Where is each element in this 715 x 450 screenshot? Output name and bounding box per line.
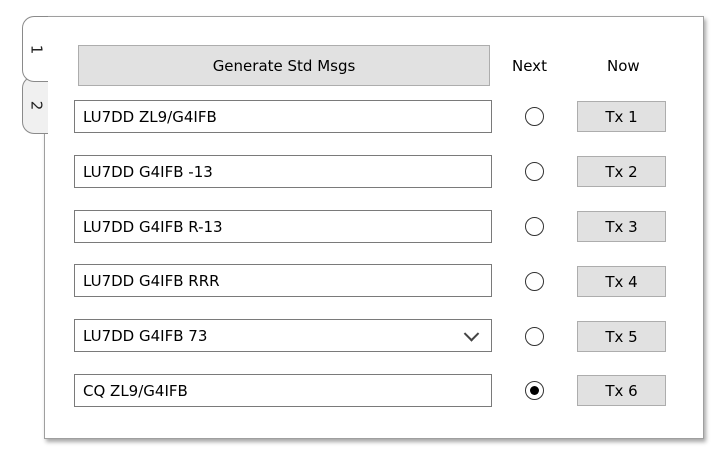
tx6-next-radio[interactable] — [525, 381, 544, 400]
tx5-next-radio[interactable] — [525, 327, 544, 346]
tx-messages-window: 1 2 Generate Std Msgs Next Now LU7DD ZL9… — [0, 0, 715, 450]
tx3-button[interactable]: Tx 3 — [577, 211, 666, 242]
tab-1-label: 1 — [26, 44, 45, 54]
tx5-button[interactable]: Tx 5 — [577, 321, 666, 352]
tab-1[interactable]: 1 — [22, 16, 48, 82]
tx1-button[interactable]: Tx 1 — [577, 101, 666, 132]
next-column-header: Next — [512, 57, 547, 75]
tx1-next-radio[interactable] — [525, 107, 544, 126]
tab-2[interactable]: 2 — [22, 76, 48, 134]
generate-std-msgs-button[interactable]: Generate Std Msgs — [78, 45, 490, 86]
tx2-message-field[interactable]: LU7DD G4IFB -13 — [74, 155, 492, 188]
tx3-message-field[interactable]: LU7DD G4IFB R-13 — [74, 210, 492, 243]
tx5-message-combobox[interactable]: LU7DD G4IFB 73 — [74, 319, 492, 352]
tab-2-label: 2 — [26, 100, 45, 110]
tx4-next-radio[interactable] — [525, 272, 544, 291]
tx6-button[interactable]: Tx 6 — [577, 375, 666, 406]
tx5-message-value: LU7DD G4IFB 73 — [83, 326, 208, 345]
tx4-button[interactable]: Tx 4 — [577, 266, 666, 297]
tx1-message-field[interactable]: LU7DD ZL9/G4IFB — [74, 100, 492, 133]
tx6-message-field[interactable]: CQ ZL9/G4IFB — [74, 374, 492, 407]
now-column-header: Now — [607, 57, 640, 75]
tx4-message-field[interactable]: LU7DD G4IFB RRR — [74, 264, 492, 297]
tx2-button[interactable]: Tx 2 — [577, 156, 666, 187]
chevron-down-icon[interactable] — [463, 325, 480, 342]
tx2-next-radio[interactable] — [525, 162, 544, 181]
tx3-next-radio[interactable] — [525, 217, 544, 236]
